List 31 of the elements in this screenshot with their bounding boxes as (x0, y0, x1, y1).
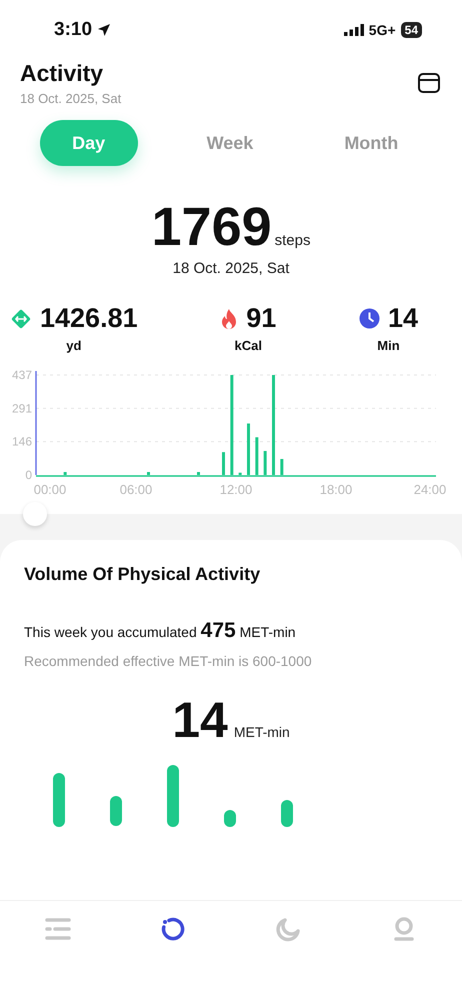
y-tick-label: 0 (25, 468, 32, 482)
met-unit: MET-min (234, 724, 290, 740)
steps-unit: steps (274, 232, 310, 249)
stat-value: 1426.81 (40, 303, 138, 334)
y-tick-label: 146 (12, 434, 32, 449)
met-value: 14 (172, 695, 228, 745)
x-tick-label: 18:00 (320, 482, 352, 497)
battery-level: 54 (400, 22, 422, 38)
steps-value: 1769 (152, 200, 272, 254)
x-tick-label: 12:00 (220, 482, 252, 497)
status-time: 3:10 (54, 19, 92, 41)
period-tab[interactable]: Day (40, 120, 138, 166)
x-tick-label: 06:00 (120, 482, 152, 497)
y-tick-label: 437 (12, 368, 32, 382)
stat-unit: Min (377, 338, 400, 353)
stat-value: 91 (246, 303, 276, 334)
card-title: Volume Of Physical Activity (24, 564, 262, 585)
x-tick-label: 24:00 (414, 482, 446, 497)
page-title: Activity (20, 60, 104, 87)
recommendation-text: Recommended effective MET-min is 600-1000 (24, 653, 313, 669)
period-tab[interactable]: Month (322, 120, 420, 166)
week-summary: This week you accumulated 475 MET-min (24, 619, 297, 643)
stat-unit: yd (66, 338, 82, 353)
page-date: 18 Oct. 2025, Sat (20, 91, 122, 106)
stat-unit: kCal (234, 338, 262, 353)
y-tick-label: 291 (12, 401, 32, 416)
period-tab[interactable]: Week (180, 120, 279, 166)
x-tick-label: 00:00 (34, 482, 66, 497)
stat-value: 14 (388, 303, 418, 334)
network-label: 5G+ (368, 22, 396, 38)
steps-date: 18 Oct. 2025, Sat (172, 260, 290, 277)
